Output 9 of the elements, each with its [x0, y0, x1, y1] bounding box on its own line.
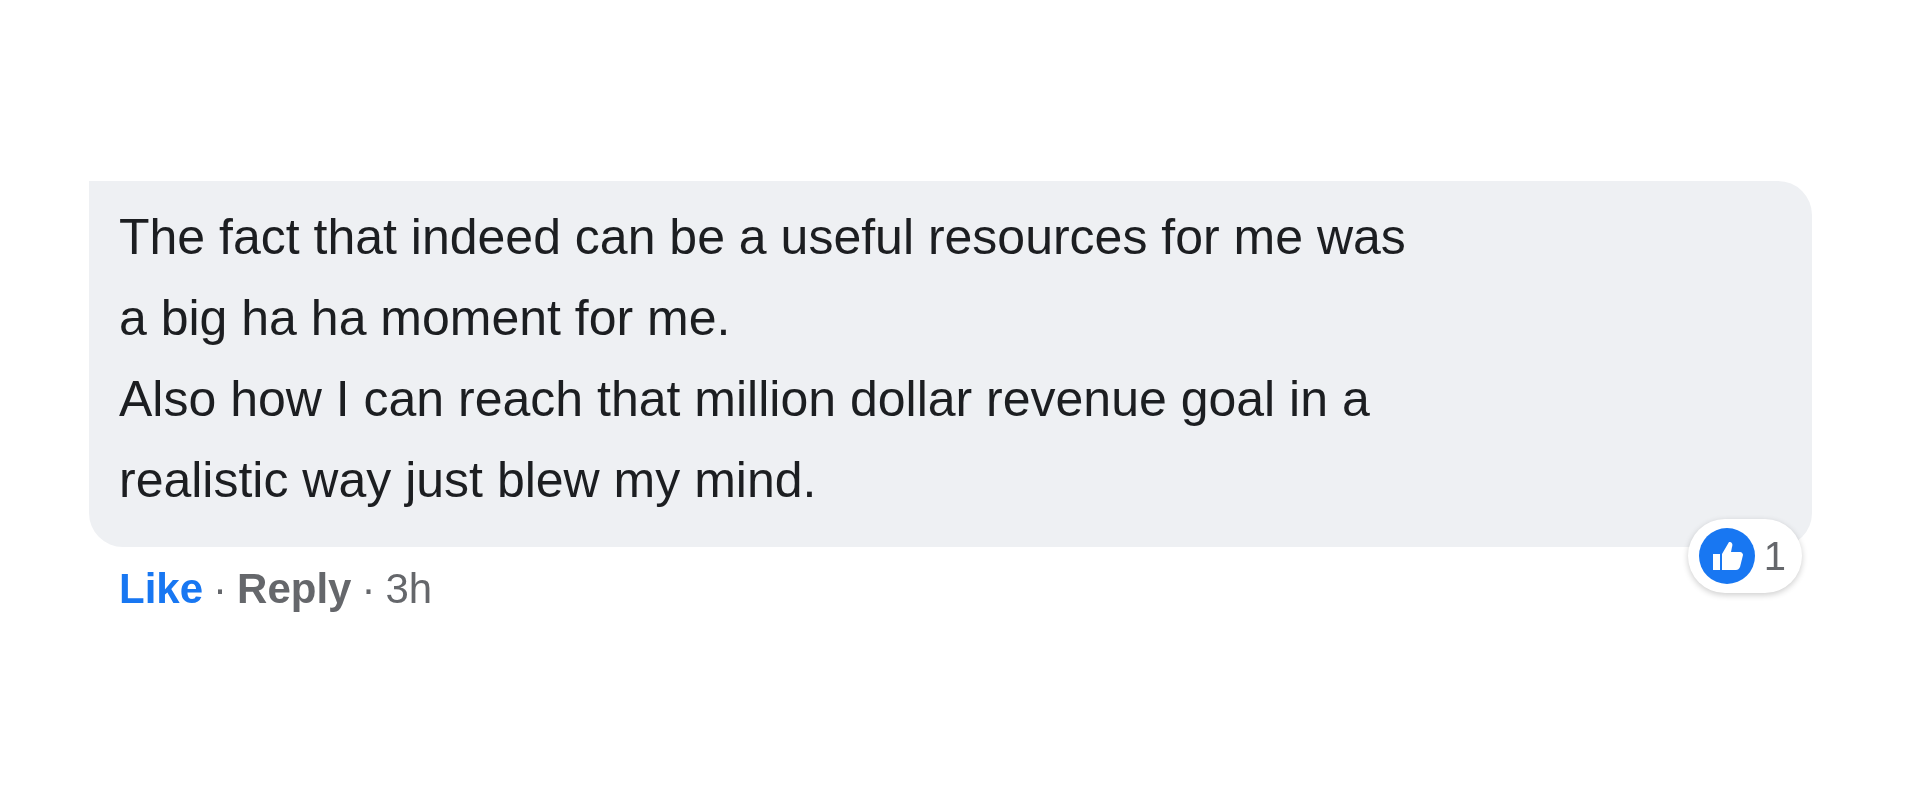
reaction-badge[interactable]: 1: [1687, 519, 1802, 593]
comment-text: The fact that indeed can be a useful resources for me was a big ha ha moment for me. Also how I can reach that million dollar revenue goal in a realistic way just blew my mind.: [119, 208, 1407, 510]
comment-time: 3h: [385, 565, 433, 613]
separator-dot: ·: [213, 565, 228, 613]
reply-link[interactable]: Reply: [237, 565, 352, 613]
separator-dot: ·: [361, 565, 376, 613]
like-link[interactable]: Like: [119, 565, 204, 613]
thumbs-up-icon: [1697, 527, 1756, 585]
reaction-count: 1: [1763, 533, 1786, 579]
